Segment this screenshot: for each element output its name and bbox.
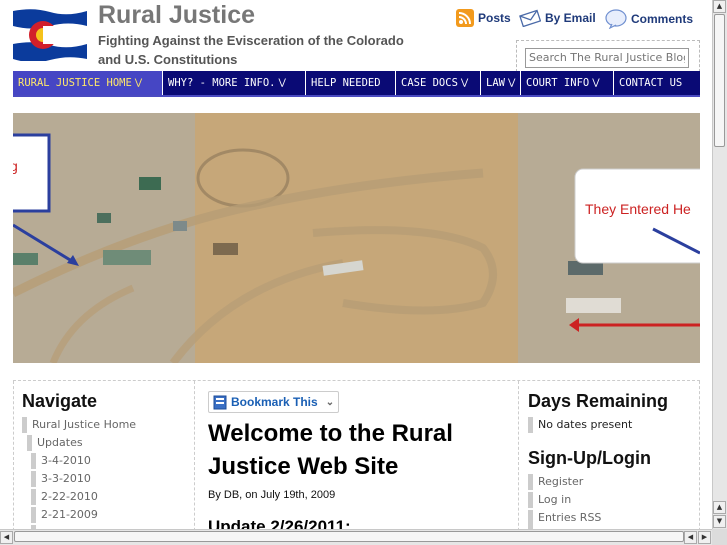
scroll-up-arrow-icon[interactable]: ▲ (713, 0, 726, 13)
banner-callout-right-text: They Entered He (585, 201, 691, 217)
search-box (516, 40, 700, 72)
speech-bubble-icon (605, 9, 627, 29)
days-remaining-text: No dates present (528, 417, 632, 433)
nav-label: CASE DOCS (401, 77, 458, 89)
banner-callout-left-text: g (13, 158, 18, 174)
sidebar-link-3-3-2010[interactable]: 3-3-2010 (31, 471, 91, 487)
double-chevron-down-icon: ⋁ (460, 78, 469, 88)
aerial-photo: g They Entered He (13, 113, 700, 363)
right-column-border (699, 381, 700, 529)
post-byline: By DB, on July 19th, 2009 (208, 489, 336, 501)
bookmark-label: Bookmark This (231, 395, 318, 409)
nav-label: COURT INFO (526, 77, 590, 89)
post-title[interactable]: Welcome to the Rural Justice Web Site (208, 417, 508, 483)
scrollbar-corner (712, 529, 727, 545)
nav-item-court-info[interactable]: COURT INFO ⋁ (521, 71, 614, 95)
bookmark-icon (213, 395, 227, 409)
comments-label: Comments (631, 12, 694, 26)
site-title[interactable]: Rural Justice (98, 1, 255, 30)
posts-rss-link[interactable]: Posts (456, 9, 511, 27)
chevron-down-icon: ⌄ (325, 396, 335, 408)
nav-item-rural-justice-home[interactable]: RURAL JUSTICE HOME ⋁ (13, 71, 163, 95)
email-subscribe-link[interactable]: By Email (519, 9, 596, 27)
navigate-heading: Navigate (22, 391, 98, 411)
scroll-up-arrow-icon[interactable]: ▲ (713, 501, 726, 514)
main-navbar: RURAL JUSTICE HOME ⋁ WHY? - MORE INFO. ⋁ H… (13, 71, 700, 97)
nav-item-contact-us[interactable]: CONTACT US (614, 71, 700, 95)
email-label: By Email (545, 11, 596, 25)
nav-item-law[interactable]: LAW ⋁ (481, 71, 521, 95)
nav-item-why-more-info[interactable]: WHY? - MORE INFO. ⋁ (163, 71, 306, 95)
nav-label: CONTACT US (619, 77, 683, 89)
sidebar-link-2-22-2010[interactable]: 2-22-2010 (31, 489, 98, 505)
scroll-left-arrow-icon[interactable]: ◀ (684, 531, 697, 544)
sidebar-link-2-21-2009[interactable]: 2-21-2009 (31, 507, 98, 523)
nav-label: RURAL JUSTICE HOME (18, 77, 132, 89)
update-heading: Update 2/26/2011: (208, 517, 351, 529)
sidebar-link-rural-justice-home[interactable]: Rural Justice Home (22, 417, 136, 433)
left-column-border (13, 381, 14, 529)
comments-rss-link[interactable]: Comments (605, 9, 693, 29)
nav-label: HELP NEEDED (311, 77, 381, 89)
entries-rss-link[interactable]: Entries RSS (528, 510, 601, 526)
nav-item-help-needed[interactable]: HELP NEEDED (306, 71, 396, 95)
nav-label: LAW (486, 77, 505, 89)
scroll-right-arrow-icon[interactable]: ▶ (698, 531, 711, 544)
register-link[interactable]: Register (528, 474, 583, 490)
search-input[interactable] (525, 47, 689, 68)
bookmark-this-button[interactable]: Bookmark This ⌄ (208, 391, 340, 413)
vertical-scroll-thumb[interactable] (714, 14, 725, 147)
double-chevron-down-icon: ⋁ (507, 78, 516, 88)
sidebar-link-updates[interactable]: Updates (27, 435, 83, 451)
site-tagline: Fighting Against the Evisceration of the… (98, 33, 404, 67)
double-chevron-down-icon: ⋁ (134, 78, 143, 88)
double-chevron-down-icon: ⋁ (592, 78, 600, 88)
aerial-photo-banner: g They Entered He (13, 113, 700, 363)
main-column-border-left (194, 381, 195, 529)
signup-login-heading: Sign-Up/Login (528, 448, 651, 468)
scroll-left-arrow-icon[interactable]: ◀ (0, 531, 13, 544)
sidebar-link-3-4-2010[interactable]: 3-4-2010 (31, 453, 91, 469)
main-column-border-right (518, 381, 519, 529)
nav-item-case-docs[interactable]: CASE DOCS ⋁ (396, 71, 481, 95)
envelope-icon (519, 9, 541, 27)
days-remaining-heading: Days Remaining (528, 391, 669, 411)
nav-label: WHY? - MORE INFO. (168, 77, 276, 89)
colorado-flag-icon[interactable] (13, 9, 87, 61)
double-chevron-down-icon: ⋁ (278, 78, 286, 88)
login-link[interactable]: Log in (528, 492, 571, 508)
horizontal-scroll-thumb[interactable] (14, 531, 684, 542)
scroll-down-arrow-icon[interactable]: ▼ (713, 515, 726, 528)
content-top-divider (13, 380, 700, 381)
posts-label: Posts (478, 11, 511, 25)
rss-icon (456, 9, 474, 27)
page-viewport: Rural Justice Fighting Against the Evisc… (0, 0, 712, 529)
